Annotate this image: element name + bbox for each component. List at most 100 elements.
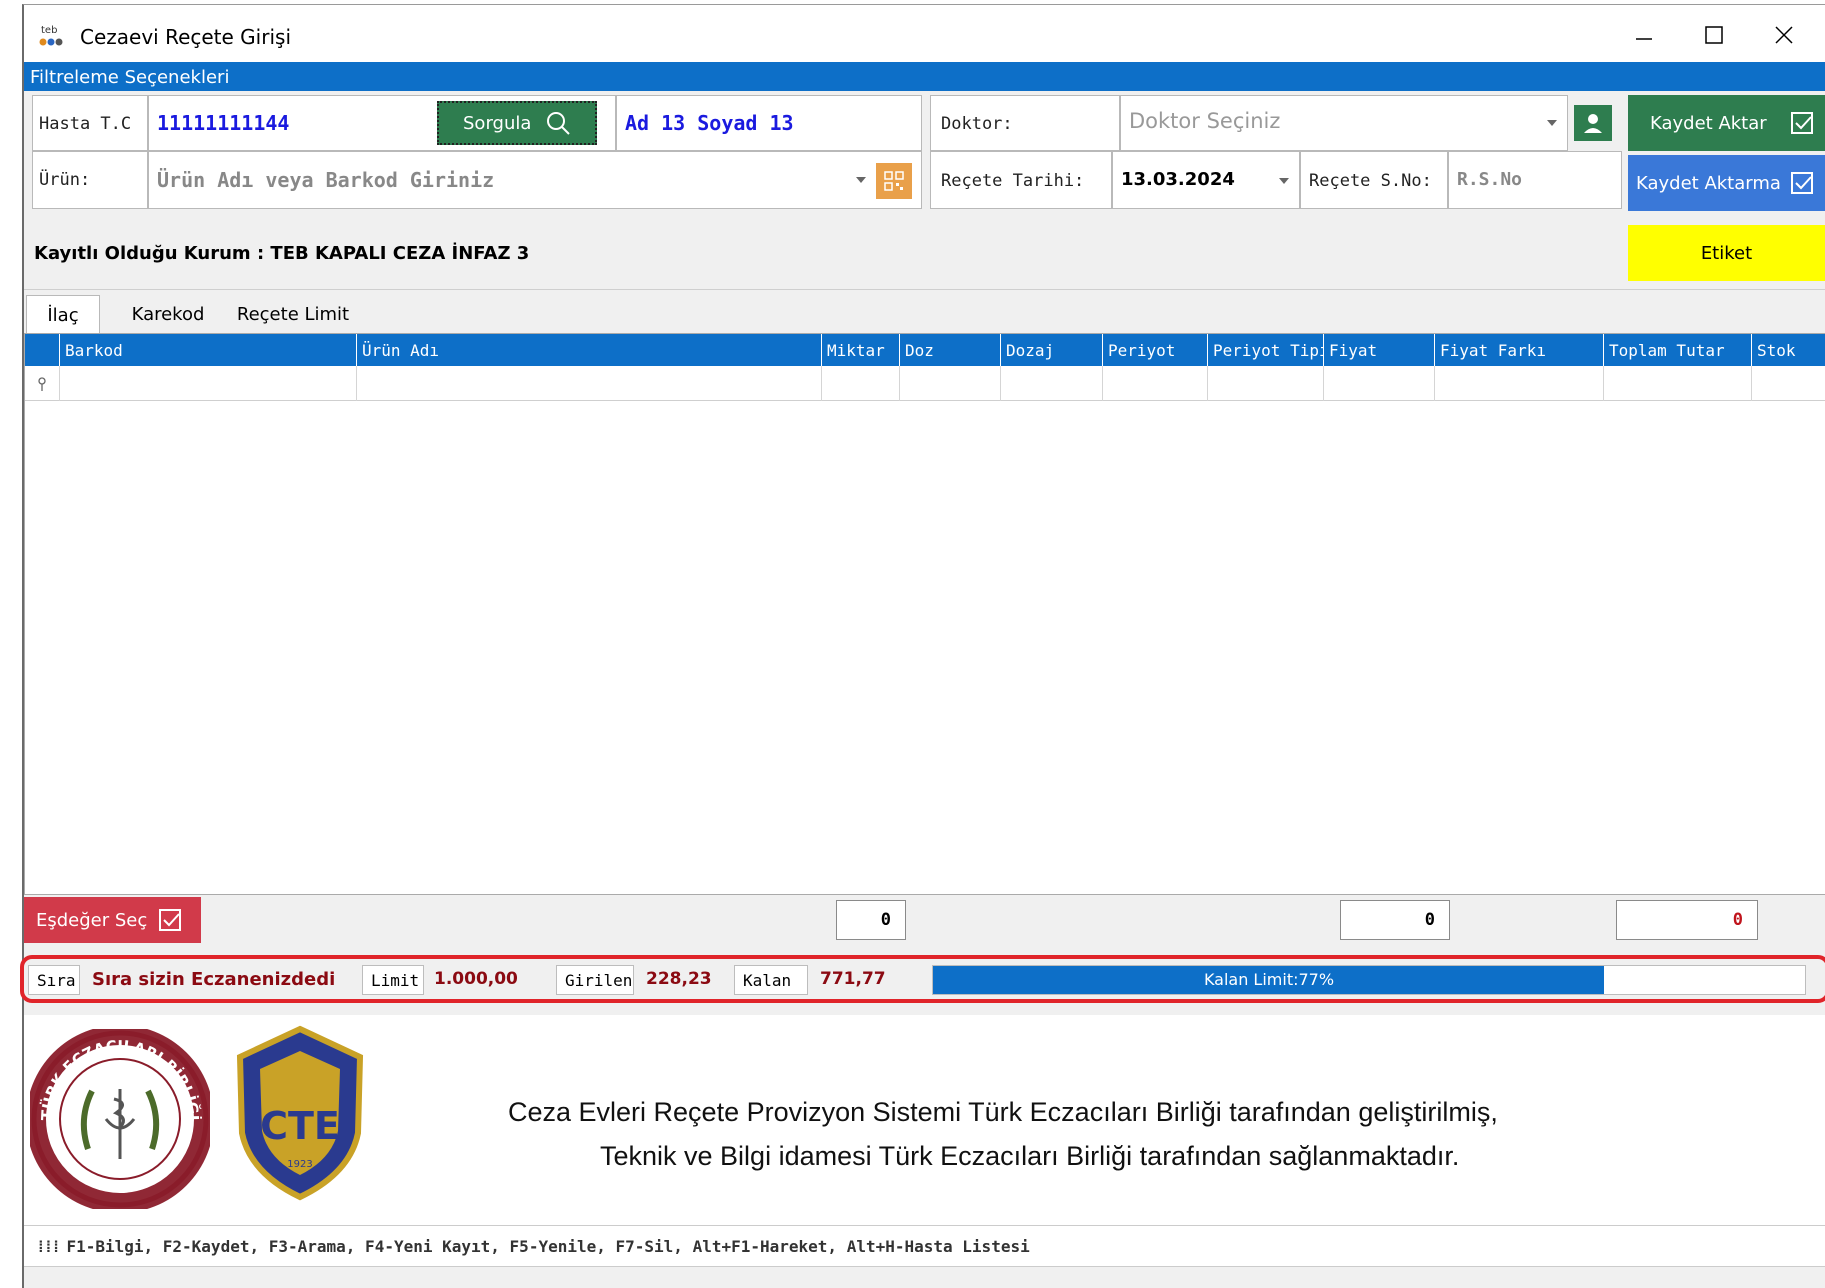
column-header-fiyat[interactable]: Fiyat xyxy=(1323,334,1434,366)
column-header-dozaj[interactable]: Dozaj xyxy=(1000,334,1102,366)
doctor-label: Doktor: xyxy=(941,114,1013,134)
filter-cell-urun-adi[interactable] xyxy=(356,366,821,401)
column-header-fiyat-farki[interactable]: Fiyat Farkı xyxy=(1434,334,1603,366)
column-header-periyot-tipi[interactable]: Periyot Tipi xyxy=(1207,334,1323,366)
checkbox-check-icon xyxy=(1791,112,1813,134)
filter-header: Filtreleme Seçenekleri xyxy=(24,62,1825,91)
tab-ilac[interactable]: İlaç xyxy=(26,295,100,333)
prescription-serial-label-cell: Reçete S.No: xyxy=(1300,151,1448,209)
filter-cell-stok[interactable] xyxy=(1751,366,1825,401)
total-toplam-tutar: 0 xyxy=(1616,900,1758,940)
limit-label: Limit xyxy=(362,965,424,995)
prescription-serial-placeholder: R.S.No xyxy=(1457,169,1523,190)
filter-cell-toplam-tutar[interactable] xyxy=(1603,366,1751,401)
query-button[interactable]: Sorgula xyxy=(437,101,597,145)
prescription-serial-label: Reçete S.No: xyxy=(1309,171,1432,191)
patient-name: Ad 13 Soyad 13 xyxy=(625,111,794,135)
minimize-icon xyxy=(1636,38,1652,40)
cte-badge-year: 1923 xyxy=(287,1159,312,1170)
doctor-select[interactable]: Doktor Seçiniz xyxy=(1120,95,1568,151)
qr-code-icon xyxy=(884,171,904,191)
doctor-label-cell: Doktor: xyxy=(930,95,1120,151)
grid-filter-row xyxy=(25,366,1825,401)
save-no-transfer-label: Kaydet Aktarma xyxy=(1636,172,1781,194)
product-dropdown-icon xyxy=(856,177,866,183)
product-input[interactable]: Ürün Adı veya Barkod Giriniz xyxy=(148,151,922,209)
cte-badge-logo: CTE 1923 xyxy=(236,1025,364,1201)
checkbox-check-icon xyxy=(1791,172,1813,194)
patient-tc-value: 11111111144 xyxy=(157,111,290,135)
patient-tc-label: Hasta T.C xyxy=(39,114,132,134)
cte-badge-text: CTE xyxy=(260,1104,340,1148)
patient-name-field: Ad 13 Soyad 13 xyxy=(616,95,922,151)
window-title: Cezaevi Reçete Girişi xyxy=(80,25,291,49)
save-transfer-button[interactable]: Kaydet Aktar xyxy=(1628,95,1825,151)
column-header-stok[interactable]: Stok xyxy=(1751,334,1825,366)
filter-cell-fiyat[interactable] xyxy=(1323,366,1434,401)
limit-value: 1.000,00 xyxy=(434,969,518,989)
filter-cell-periyot-tipi[interactable] xyxy=(1207,366,1323,401)
date-dropdown-icon xyxy=(1279,178,1289,184)
filter-row-indicator xyxy=(25,366,59,401)
equivalent-select-button[interactable]: Eşdeğer Seç xyxy=(24,897,201,943)
column-header-doz[interactable]: Doz xyxy=(899,334,1000,366)
grip-icon: ⁞⁞⁞ xyxy=(36,1237,67,1256)
barcode-scan-button[interactable] xyxy=(876,163,912,199)
prescription-date-value: 13.03.2024 xyxy=(1121,169,1235,190)
filter-cell-barkod[interactable] xyxy=(59,366,356,401)
filter-cell-dozaj[interactable] xyxy=(1000,366,1102,401)
prescription-date-label-cell: Reçete Tarihi: xyxy=(930,151,1112,209)
shortcut-text: F1-Bilgi, F2-Kaydet, F3-Arama, F4-Yeni K… xyxy=(66,1237,1030,1256)
status-text: ⁞⁞⁞ F1-Bilgi, F2-Kaydet, F3-Arama, F4-Ye… xyxy=(36,1237,1030,1257)
equivalent-select-label: Eşdeğer Seç xyxy=(36,909,148,931)
query-button-label: Sorgula xyxy=(463,112,532,134)
shortcut-status-bar: ⁞⁞⁞ F1-Bilgi, F2-Kaydet, F3-Arama, F4-Ye… xyxy=(24,1225,1825,1267)
product-label-cell: Ürün: xyxy=(32,151,148,209)
girilen-label: Girilen xyxy=(556,965,634,995)
checkbox-check-icon xyxy=(159,909,182,931)
doctor-dropdown-icon xyxy=(1547,120,1557,126)
limit-info-bar: Sıra Sıra sizin Eczanenizdedi Limit 1.00… xyxy=(20,955,1825,1003)
teb-association-logo: TÜRK ECZACILARI BİRLİĞİ TURKISH PHARMACI… xyxy=(30,1029,210,1209)
total-fiyat: 0 xyxy=(1340,900,1450,940)
minimize-button[interactable] xyxy=(1614,15,1674,55)
grid-header: Barkod Ürün Adı Miktar Doz Dozaj Periyot… xyxy=(25,334,1825,366)
kalan-value: 771,77 xyxy=(820,969,886,989)
row-indicator-header xyxy=(25,334,59,366)
column-header-periyot[interactable]: Periyot xyxy=(1102,334,1207,366)
prescription-date-input[interactable]: 13.03.2024 xyxy=(1112,151,1300,209)
info-line-2: Teknik ve Bilgi idamesi Türk Eczacıları … xyxy=(600,1141,1460,1171)
pin-icon xyxy=(38,377,46,391)
teb-eos-app-icon: teb xyxy=(39,25,63,46)
column-header-urun-adi[interactable]: Ürün Adı xyxy=(356,334,821,366)
filter-cell-periyot[interactable] xyxy=(1102,366,1207,401)
tab-strip: İlaç Karekod Reçete Limit xyxy=(24,295,1825,333)
tab-recete-limit[interactable]: Reçete Limit xyxy=(228,295,358,333)
filter-cell-fiyat-farki[interactable] xyxy=(1434,366,1603,401)
product-label: Ürün: xyxy=(39,170,91,190)
girilen-value: 228,23 xyxy=(646,969,712,989)
doctor-select-button[interactable] xyxy=(1574,105,1612,141)
tab-karekod[interactable]: Karekod xyxy=(116,295,220,333)
filter-cell-doz[interactable] xyxy=(899,366,1000,401)
filter-cell-miktar[interactable] xyxy=(821,366,899,401)
maximize-icon xyxy=(1705,26,1723,44)
remaining-limit-progress: Kalan Limit:77% xyxy=(932,965,1806,995)
close-icon xyxy=(1775,26,1793,44)
label-print-button[interactable]: Etiket xyxy=(1628,225,1825,281)
product-grid: Barkod Ürün Adı Miktar Doz Dozaj Periyot… xyxy=(24,333,1825,895)
prescription-serial-input[interactable]: R.S.No xyxy=(1448,151,1622,209)
doctor-placeholder: Doktor Seçiniz xyxy=(1129,109,1281,133)
maximize-button[interactable] xyxy=(1684,15,1744,55)
patient-tc-label-cell: Hasta T.C xyxy=(32,95,148,151)
column-header-miktar[interactable]: Miktar xyxy=(821,334,899,366)
close-button[interactable] xyxy=(1754,15,1814,55)
sira-label: Sıra xyxy=(28,965,80,995)
title-bar: teb Cezaevi Reçete Girişi xyxy=(24,5,1825,62)
column-header-barkod[interactable]: Barkod xyxy=(59,334,356,366)
save-no-transfer-button[interactable]: Kaydet Aktarma xyxy=(1628,155,1825,211)
svg-text:teb: teb xyxy=(41,25,57,36)
column-header-toplam-tutar[interactable]: Toplam Tutar xyxy=(1603,334,1751,366)
progress-text: Kalan Limit:77% xyxy=(1203,970,1335,989)
info-line-1: Ceza Evleri Reçete Provizyon Sistemi Tür… xyxy=(508,1097,1498,1127)
